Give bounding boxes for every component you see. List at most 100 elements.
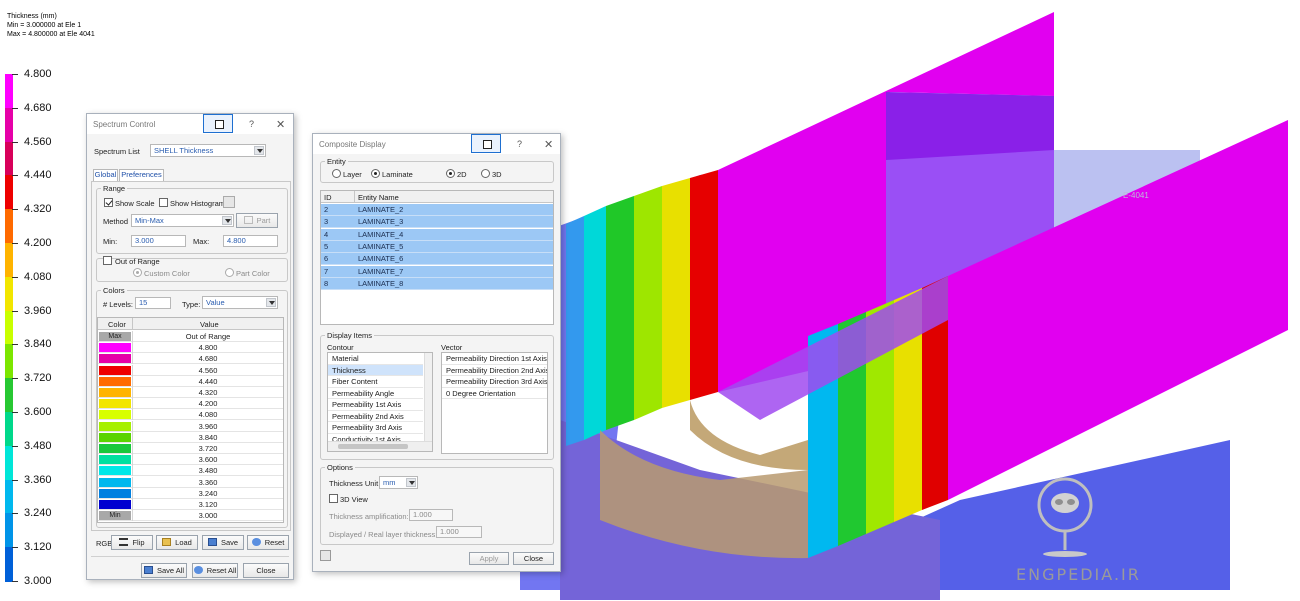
custom-color-radio[interactable]	[133, 268, 142, 277]
close-button[interactable]: Close	[243, 563, 289, 578]
color-swatch[interactable]	[99, 488, 131, 498]
vector-list[interactable]: Permeability Direction 1st Axis Permeabil…	[441, 352, 548, 454]
color-row[interactable]: 4.680	[98, 353, 283, 365]
contour-item[interactable]: Material	[328, 353, 423, 365]
out-of-range-checkbox[interactable]	[103, 256, 112, 265]
show-scale-checkbox[interactable]	[104, 198, 113, 207]
color-swatch[interactable]	[99, 376, 131, 386]
pin-icon[interactable]	[471, 134, 501, 153]
color-row[interactable]: 3.600	[98, 454, 283, 466]
color-swatch[interactable]	[99, 477, 131, 487]
vector-item[interactable]: 0 Degree Orientation	[442, 388, 547, 399]
color-swatch[interactable]	[99, 421, 131, 431]
color-swatch[interactable]	[99, 388, 131, 397]
histogram-icon[interactable]	[223, 196, 235, 208]
color-row[interactable]: Min 3.000	[98, 510, 283, 522]
method-select[interactable]: Min-Max	[131, 214, 234, 227]
help-button[interactable]: ?	[517, 139, 522, 149]
color-table[interactable]: Color Value Max Out of Range 4.800 4.680 4.5…	[97, 317, 284, 523]
levels-input[interactable]: 15	[135, 297, 171, 309]
close-icon[interactable]: ✕	[276, 118, 285, 131]
entity-table[interactable]: ID Entity Name 2 LAMINATE_2 3 LAMINATE_3 4 LA…	[320, 190, 554, 325]
color-swatch[interactable]	[99, 455, 131, 465]
contour-item[interactable]: Thickness	[328, 364, 423, 376]
contour-scrollbar[interactable]	[424, 353, 432, 441]
levels-label: # Levels:	[103, 300, 134, 309]
contour-hscrollbar[interactable]	[328, 441, 432, 451]
type-select[interactable]: Value	[202, 296, 278, 309]
contour-list[interactable]: Material Thickness Fiber Content Permeabili…	[327, 352, 433, 452]
entity-row[interactable]: 5 LAMINATE_5	[321, 240, 553, 253]
max-input[interactable]: 4.800	[223, 235, 278, 247]
color-swatch[interactable]	[99, 399, 131, 409]
load-button[interactable]: Load	[156, 535, 198, 550]
color-swatch[interactable]	[99, 500, 131, 509]
color-swatch[interactable]	[99, 365, 131, 375]
tab-preferences[interactable]: Preferences	[119, 169, 164, 181]
pin-icon[interactable]	[203, 114, 233, 133]
flip-button[interactable]: Flip	[111, 535, 153, 550]
min-input[interactable]: 3.000	[131, 235, 186, 247]
entity-row[interactable]: 8 LAMINATE_8	[321, 277, 553, 290]
thickness-unit-select[interactable]: mm	[379, 476, 418, 489]
color-swatch[interactable]	[99, 466, 131, 476]
contour-item[interactable]: Fiber Content	[328, 376, 423, 388]
contour-item[interactable]: Permeability 2nd Axis	[328, 411, 423, 422]
color-row[interactable]: 3.840	[98, 431, 283, 443]
entity-row[interactable]: 4 LAMINATE_4	[321, 228, 553, 241]
color-row[interactable]: 3.480	[98, 465, 283, 477]
3d-view-checkbox[interactable]	[329, 494, 338, 503]
floppy-icon	[207, 538, 217, 546]
entity-row[interactable]: 6 LAMINATE_6	[321, 253, 553, 266]
2d-radio[interactable]	[446, 169, 455, 178]
contour-item[interactable]: Permeability 1st Axis	[328, 399, 423, 411]
color-row[interactable]: 4.800	[98, 342, 283, 354]
tab-global[interactable]: Global	[93, 169, 118, 181]
layer-radio[interactable]	[332, 169, 341, 178]
color-row[interactable]: 3.960	[98, 420, 283, 432]
color-swatch[interactable]: Max	[99, 332, 131, 341]
entity-row[interactable]: 3 LAMINATE_3	[321, 216, 553, 229]
spectrum-list-select[interactable]: SHELL Thickness	[150, 144, 266, 157]
save-button[interactable]: Save	[202, 535, 244, 550]
amplification-input[interactable]: 1.000	[409, 509, 453, 521]
entity-row[interactable]: 2 LAMINATE_2	[321, 204, 553, 216]
color-row[interactable]: Max Out of Range	[98, 331, 283, 342]
show-histogram-checkbox[interactable]	[159, 198, 168, 207]
ratio-input[interactable]: 1.000	[436, 526, 482, 538]
reset-all-button[interactable]: Reset All	[192, 563, 238, 578]
color-swatch[interactable]	[99, 343, 131, 353]
color-row[interactable]: 3.240	[98, 487, 283, 499]
color-row[interactable]: 4.440	[98, 375, 283, 387]
vector-item[interactable]: Permeability Direction 3rd Axis	[442, 376, 547, 388]
color-row[interactable]: 4.200	[98, 398, 283, 410]
close-icon[interactable]: ✕	[544, 138, 553, 151]
color-row[interactable]: 3.720	[98, 443, 283, 454]
color-row[interactable]: 4.080	[98, 409, 283, 421]
3d-radio[interactable]	[481, 169, 490, 178]
color-swatch[interactable]	[99, 354, 131, 364]
part-color-radio[interactable]	[225, 268, 234, 277]
color-swatch[interactable]	[99, 432, 131, 442]
color-row[interactable]: 3.120	[98, 499, 283, 510]
entity-row[interactable]: 7 LAMINATE_7	[321, 265, 553, 278]
help-button[interactable]: ?	[249, 119, 254, 129]
vector-item[interactable]: Permeability Direction 1st Axis	[442, 353, 547, 365]
part-button[interactable]: Part	[236, 213, 278, 228]
color-swatch[interactable]	[99, 410, 131, 420]
scroll-thumb[interactable]	[338, 444, 408, 449]
vector-item[interactable]: Permeability Direction 2nd Axis	[442, 365, 547, 376]
save-all-button[interactable]: Save All	[141, 563, 187, 578]
contour-item[interactable]: Permeability 3rd Axis	[328, 422, 423, 434]
apply-button[interactable]: Apply	[469, 552, 509, 565]
color-swatch[interactable]: Min	[99, 511, 131, 521]
reset-button[interactable]: Reset	[247, 535, 289, 550]
color-row[interactable]: 4.320	[98, 387, 283, 398]
color-row[interactable]: 4.560	[98, 364, 283, 376]
close-button[interactable]: Close	[513, 552, 554, 565]
color-row[interactable]: 3.360	[98, 476, 283, 488]
contour-item[interactable]: Permeability Angle	[328, 388, 423, 399]
laminate-radio[interactable]	[371, 169, 380, 178]
color-swatch[interactable]	[99, 444, 131, 453]
palette-icon[interactable]	[320, 550, 331, 561]
